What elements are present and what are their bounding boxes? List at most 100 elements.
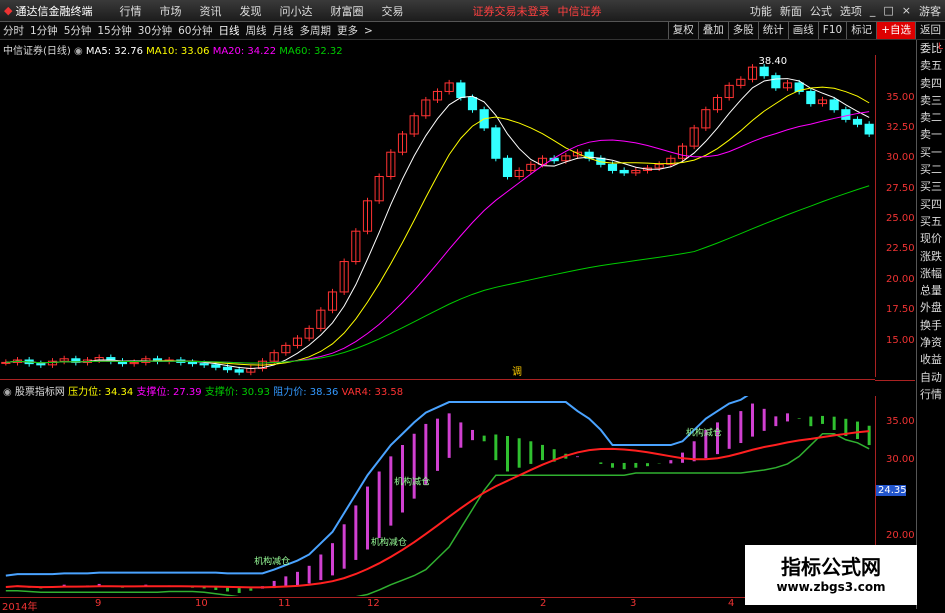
quote-sidebar: L 委比 卖五 卖四 卖三 卖二 卖一 买一 买二 买三 买四 买五 现价 涨跌 涨幅 总量 外盘 换手 净资 收益…: [916, 40, 945, 609]
sidebar-item[interactable]: 卖三: [917, 92, 945, 109]
x-tick: 11: [278, 598, 291, 609]
ma20-line: [5, 111, 870, 364]
pane-divider: [0, 379, 875, 380]
menu-func[interactable]: 功能: [750, 3, 772, 19]
btn-restore-rights[interactable]: 复权: [667, 22, 698, 39]
candle: [806, 90, 816, 105]
sidebar-item[interactable]: 总量: [917, 282, 945, 299]
candle: [852, 118, 863, 125]
candle: [222, 366, 233, 371]
sidebar-item[interactable]: 卖四: [917, 75, 945, 92]
period-tab[interactable]: 60分钟: [178, 23, 212, 38]
menu-item-wealth[interactable]: 财富圈: [330, 3, 363, 19]
btn-mark[interactable]: 标记: [846, 22, 876, 39]
app-name: 通达信金融终端: [15, 4, 93, 18]
login-warning[interactable]: 证券交易未登录: [472, 3, 549, 19]
ma5-line: [5, 78, 870, 369]
btn-overlay[interactable]: 叠加: [697, 22, 728, 39]
close-icon[interactable]: ×: [902, 4, 911, 17]
sidebar-item[interactable]: 买五: [917, 213, 945, 230]
candle: [187, 361, 198, 365]
signal-label: 机构减仓: [394, 476, 430, 488]
price-axis: 35.00 32.50 30.00 27.50 25.00 22.50 20.00 17.50…: [875, 55, 916, 377]
menu-item-news[interactable]: 资讯: [199, 3, 221, 19]
y-tick: 20.00: [886, 273, 915, 285]
period-tab[interactable]: 30分钟: [138, 23, 172, 38]
btn-f10[interactable]: F10: [817, 22, 846, 39]
period-tab[interactable]: 1分钟: [30, 23, 58, 38]
menu-formula[interactable]: 公式: [810, 3, 832, 19]
menu-bar: ◆ 通达信金融终端 行情 市场 资讯 发现 问小达 财富圈 交易 证券交易未登录 …: [0, 0, 945, 22]
period-tab-active[interactable]: 日线: [219, 23, 240, 38]
menu-item-quote[interactable]: 行情: [119, 3, 141, 19]
btn-stats[interactable]: 统计: [757, 22, 788, 39]
signal-label: 机构减仓: [371, 536, 407, 548]
menu-item-market[interactable]: 市场: [159, 3, 181, 19]
sidebar-item[interactable]: 卖一: [917, 126, 945, 143]
menu-item-trade[interactable]: 交易: [381, 3, 403, 19]
x-tick: 2: [540, 598, 547, 609]
guest-label[interactable]: 游客: [919, 3, 941, 19]
sidebar-item[interactable]: 买四: [917, 196, 945, 213]
y-tick: 27.50: [886, 182, 915, 194]
sidebar-item[interactable]: 买一: [917, 144, 945, 161]
sidebar-item[interactable]: 涨幅: [917, 265, 945, 282]
sidebar-item[interactable]: 卖二: [917, 109, 945, 126]
period-tab[interactable]: 5分钟: [64, 23, 92, 38]
sidebar-item[interactable]: 收益: [917, 351, 945, 368]
candle: [771, 75, 781, 89]
y-tick: 35.00: [886, 416, 915, 428]
btn-add-watchlist[interactable]: +自选: [876, 22, 915, 39]
candle: [467, 97, 478, 111]
sidebar-item[interactable]: 买三: [917, 178, 945, 195]
period-tab-more[interactable]: 更多: [337, 23, 358, 38]
candle: [607, 163, 618, 171]
candle: [199, 363, 209, 366]
y-tick: 22.50: [886, 243, 915, 255]
sidebar-item[interactable]: 行情: [917, 386, 945, 403]
candle: [502, 157, 513, 178]
minimize-icon[interactable]: _: [870, 4, 876, 17]
logo-icon: ◆: [4, 4, 13, 17]
sidebar-item[interactable]: 外盘: [917, 299, 945, 316]
period-tab[interactable]: 月线: [273, 23, 294, 38]
event-marker[interactable]: 调: [512, 366, 522, 377]
chevron-right-icon[interactable]: >: [364, 25, 373, 37]
btn-multi-stock[interactable]: 多股: [727, 22, 758, 39]
candle: [234, 369, 244, 373]
btn-back[interactable]: 返回: [915, 22, 945, 39]
maximize-icon[interactable]: □: [883, 4, 893, 17]
app-logo: ◆ 通达信金融终端: [4, 3, 92, 19]
sidebar-item[interactable]: 换手: [917, 317, 945, 334]
candle: [211, 364, 221, 368]
broker-name[interactable]: 中信证券: [557, 3, 601, 19]
period-tab[interactable]: 分时: [3, 23, 24, 38]
sidebar-item[interactable]: 买二: [917, 161, 945, 178]
candlestick-chart[interactable]: 38.4012.25调: [0, 55, 875, 377]
sidebar-item[interactable]: 净资: [917, 334, 945, 351]
period-tab[interactable]: 周线: [246, 23, 267, 38]
sidebar-item[interactable]: 自动: [917, 369, 945, 386]
candle: [829, 99, 839, 111]
indicator-chart[interactable]: 机构减仓机构减仓机构减仓机构减仓: [0, 396, 875, 596]
period-tab[interactable]: 多周期: [300, 23, 332, 38]
y-tick: 30.00: [886, 454, 915, 466]
sidebar-item[interactable]: 卖五: [917, 57, 945, 74]
y-tick: 17.50: [886, 304, 915, 316]
candle: [841, 109, 851, 120]
y-tick: 20.00: [886, 529, 915, 541]
menu-options[interactable]: 选项: [840, 3, 862, 19]
candle: [456, 82, 466, 99]
ma10-line: [5, 86, 870, 366]
watermark-title: 指标公式网: [781, 555, 881, 579]
menu-item-discover[interactable]: 发现: [239, 3, 261, 19]
period-tab[interactable]: 15分钟: [97, 23, 131, 38]
x-tick: 9: [95, 598, 102, 609]
btn-draw-line[interactable]: 画线: [787, 22, 818, 39]
sidebar-item[interactable]: 现价: [917, 230, 945, 247]
menu-item-ask[interactable]: 问小达: [279, 3, 312, 19]
menu-new-page[interactable]: 新面: [780, 3, 802, 19]
x-tick: 2014年: [2, 602, 38, 613]
x-tick: 4: [728, 598, 735, 609]
sidebar-item[interactable]: 涨跌: [917, 248, 945, 265]
